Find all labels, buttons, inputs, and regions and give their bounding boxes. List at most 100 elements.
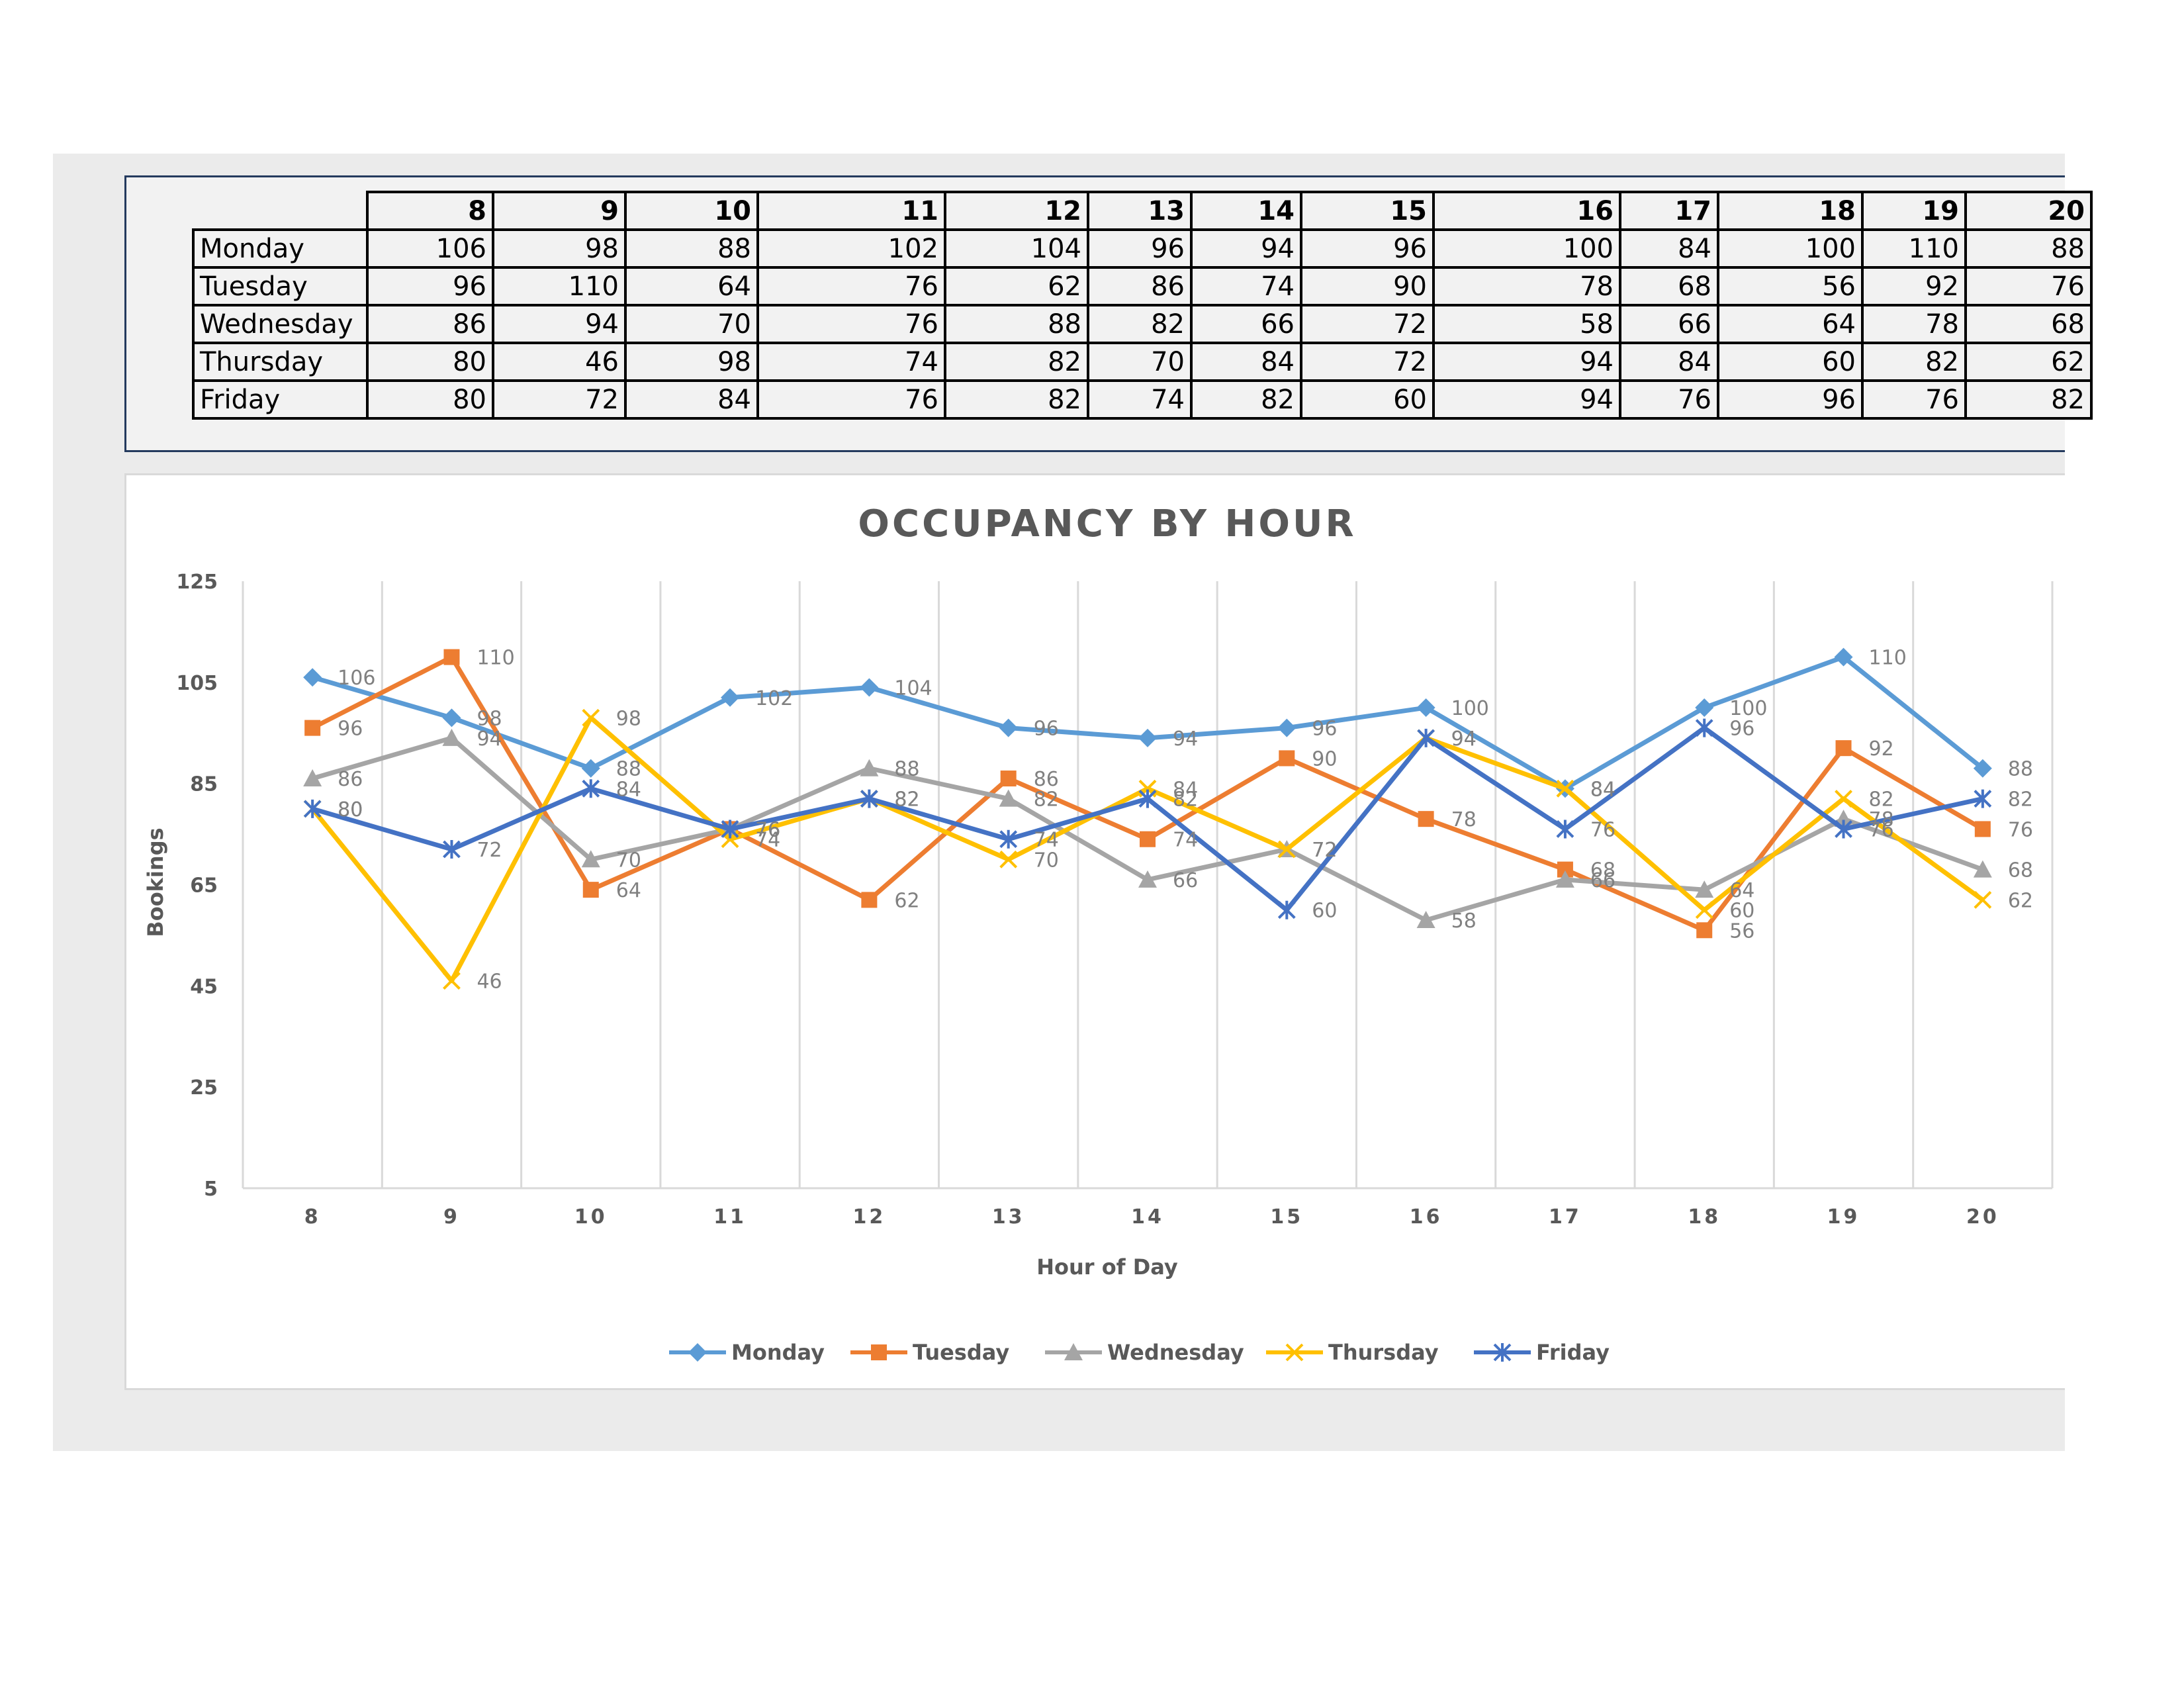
legend-label: Wednesday [1107,1340,1244,1365]
legend-label: Friday [1536,1340,1610,1365]
table-cell: 82 [1087,304,1193,344]
chart-title: OCCUPANCY BY HOUR [858,502,1356,545]
table-cell: 88 [1964,228,2093,269]
legend-item-thursday[interactable]: Thursday [1266,1340,1439,1365]
x-tick-label: 20 [1966,1205,1999,1229]
wednesday-data-label: 70 [616,849,641,872]
table-cell: 98 [492,228,627,269]
table-cell: 74 [756,342,946,382]
table-cell: 92 [1861,266,1967,306]
tuesday-point [1000,771,1017,787]
wednesday-data-label: 82 [1034,788,1059,812]
friday-data-label: 80 [338,798,363,821]
table-cell: 78 [1432,266,1621,306]
monday-point [1138,728,1157,747]
table-row-friday: Friday 80 72 84 76 82 74 82 60 94 76 96 … [192,379,2093,420]
legend-label: Tuesday [913,1340,1009,1365]
y-tick-label: 125 [176,571,218,594]
friday-data-label: 74 [1034,829,1059,852]
friday-data-label: 84 [616,778,641,801]
table-cell: 100 [1717,228,1864,269]
table-cell: 80 [366,379,494,420]
table-cell: 100 [1432,228,1621,269]
table-cell: 82 [1190,379,1302,420]
legend-item-monday[interactable]: Monday [669,1340,825,1365]
tuesday-point [1696,922,1713,939]
table-cell: 72 [492,379,627,420]
legend-item-wednesday[interactable]: Wednesday [1045,1340,1244,1365]
monday-point [581,759,600,778]
tuesday-point [443,649,460,665]
table-row-monday: Monday 106 98 88 102 104 96 94 96 100 84… [192,228,2093,269]
x-tick-label: 10 [574,1205,608,1229]
header-hour-cell: 9 [492,191,627,231]
occupancy-data-table: 8 9 10 11 12 13 14 15 16 17 18 19 20 Mon… [192,191,2093,420]
table-cell: 58 [1432,304,1621,344]
chart-area[interactable]: OCCUPANCY BY HOUR 125 105 85 65 45 25 5 8 9 10 11… [124,473,2065,1390]
thursday-data-label: 84 [1590,778,1615,801]
header-hour-cell: 15 [1300,191,1435,231]
y-tick-label: 25 [190,1076,218,1100]
friday-data-label: 82 [1173,788,1198,812]
table-cell: 88 [944,304,1089,344]
x-tick-label: 19 [1827,1205,1860,1229]
legend-item-friday[interactable]: Friday [1474,1340,1610,1365]
x-tick-label: 9 [443,1205,460,1229]
monday-point [999,718,1018,737]
x-tick-label: 11 [713,1205,747,1229]
table-cell: 64 [624,266,759,306]
row-day-label: Tuesday [192,266,369,306]
thursday-point [1974,891,1992,909]
monday-point [1416,698,1435,718]
table-cell: 72 [1300,304,1435,344]
table-cell: 84 [1619,228,1719,269]
tuesday-data-label: 56 [1729,919,1754,943]
x-axis: 8 9 10 11 12 13 14 15 16 17 18 19 20 [304,1205,1999,1229]
row-day-label: Wednesday [192,304,369,344]
header-hour-cell: 20 [1964,191,2093,231]
table-cell: 96 [1717,379,1864,420]
table-cell: 84 [1190,342,1302,382]
table-cell: 102 [756,228,946,269]
table-cell: 76 [1619,379,1719,420]
y-tick-label: 45 [190,975,218,998]
table-cell: 66 [1619,304,1719,344]
header-hour-cell: 13 [1087,191,1193,231]
table-cell: 56 [1717,266,1864,306]
table-cell: 62 [1964,342,2093,382]
table-cell: 72 [1300,342,1435,382]
table-cell: 82 [1964,379,2093,420]
y-tick-label: 5 [204,1178,218,1201]
table-cell: 84 [1619,342,1719,382]
friday-data-label: 96 [1729,718,1754,741]
thursday-point [1835,790,1852,808]
y-tick-label: 105 [176,672,218,695]
tuesday-point [1418,811,1434,827]
table-cell: 94 [1432,379,1621,420]
table-row-tuesday: Tuesday 96 110 64 76 62 86 74 90 78 68 5… [192,266,2093,306]
table-cell: 80 [366,342,494,382]
monday-point [860,678,879,697]
thursday-point [1695,901,1713,919]
header-hour-cell: 12 [944,191,1089,231]
thursday-point [582,708,600,727]
table-cell: 88 [624,228,759,269]
row-day-label: Thursday [192,342,369,382]
table-cell: 70 [624,304,759,344]
thursday-data-label: 60 [1729,900,1754,923]
tuesday-data-label: 76 [2008,818,2033,841]
table-cell: 98 [624,342,759,382]
table-corner-cell [193,192,369,231]
x-tick-label: 14 [1131,1205,1164,1229]
monday-data-label: 94 [1173,727,1198,751]
table-cell: 76 [756,304,946,344]
monday-point [442,708,461,727]
friday-point [1277,900,1296,919]
table-cell: 46 [492,342,627,382]
table-cell: 94 [1432,342,1621,382]
table-cell: 96 [366,266,494,306]
legend-item-tuesday[interactable]: Tuesday [850,1340,1009,1365]
chart-legend[interactable]: Monday Tuesday Wednesday Thursday Friday [669,1340,1610,1365]
y-axis: 125 105 85 65 45 25 5 [176,571,218,1201]
table-cell: 66 [1190,304,1302,344]
